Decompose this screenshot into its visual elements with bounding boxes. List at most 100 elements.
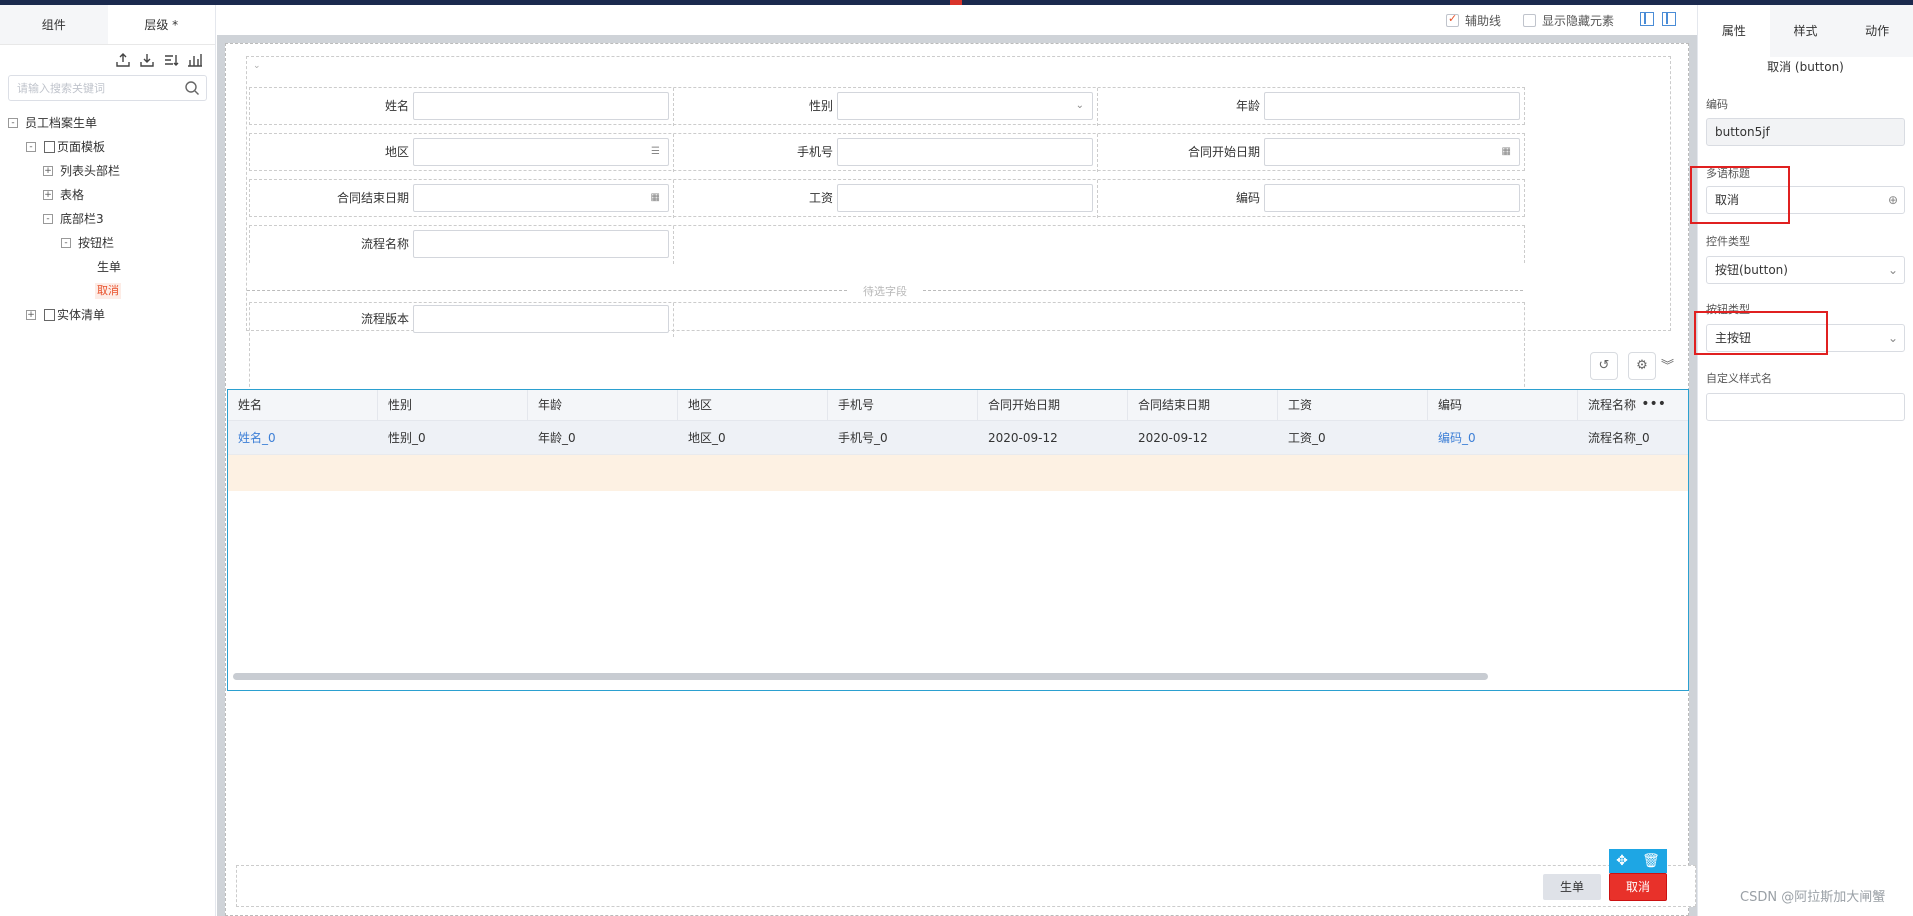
tab-components[interactable]: 组件	[0, 5, 108, 44]
left-tabs: 组件 层级 *	[0, 5, 215, 45]
table-row-placeholder	[228, 455, 1688, 491]
tab-properties[interactable]: 属性	[1698, 5, 1770, 57]
contract-start-date-input[interactable]: ▦	[1264, 138, 1520, 166]
control-type-select[interactable]: 按钮(button) ⌄	[1706, 256, 1905, 284]
search-icon[interactable]	[184, 80, 200, 96]
contract-end-date-input[interactable]: ▦	[413, 184, 669, 212]
flow-version-input[interactable]	[413, 305, 669, 333]
move-icon[interactable]: ✥	[1616, 849, 1628, 873]
document-icon	[44, 141, 55, 153]
age-input[interactable]	[1264, 92, 1520, 120]
data-table: 姓名 性别 年龄 地区 手机号 合同开始日期 合同结束日期 工资 编码 流程名称…	[227, 389, 1689, 691]
reset-icon[interactable]: ↺	[1590, 352, 1618, 380]
collapse-icon[interactable]: -	[26, 142, 36, 152]
generate-order-button[interactable]: 生单	[1543, 874, 1601, 900]
helper-lines-toggle[interactable]: 辅助线	[1446, 12, 1501, 32]
custom-style-input[interactable]	[1706, 393, 1905, 421]
horizontal-scrollbar[interactable]	[233, 673, 1488, 680]
collapse-caret-icon[interactable]: ⌄	[253, 61, 261, 71]
form-field-contract-end: 合同结束日期 ▦	[250, 180, 674, 218]
table-cell-link[interactable]: 姓名_0	[228, 421, 378, 454]
calendar-icon[interactable]: ▦	[1502, 146, 1511, 158]
field-label: 性别	[808, 99, 833, 113]
import-icon[interactable]	[139, 52, 155, 68]
list-icon[interactable]: ☰	[651, 146, 660, 158]
tree-label: 实体清单	[57, 308, 106, 322]
field-label: 地区	[384, 145, 409, 159]
expand-icon[interactable]: +	[43, 166, 53, 176]
chevron-down-icon: ⌄	[1075, 100, 1084, 111]
settings-icon[interactable]: ⚙	[1628, 352, 1656, 380]
collapse-icon[interactable]: -	[8, 118, 18, 128]
tree-node-list-header[interactable]: + 列表头部栏	[0, 159, 215, 183]
tree-node-button-bar[interactable]: - 按钮栏	[0, 231, 215, 255]
globe-icon[interactable]: ⊕	[1888, 187, 1898, 213]
chart-icon[interactable]	[187, 52, 203, 68]
watermark: CSDN @阿拉斯加大闸蟹	[1740, 890, 1886, 905]
form-field-code: 编码	[1098, 180, 1524, 218]
phone-input[interactable]	[837, 138, 1093, 166]
pending-fields-divider: 待选字段	[247, 283, 1523, 299]
custom-style-label: 自定义样式名	[1706, 372, 1772, 385]
calendar-icon[interactable]: ▦	[651, 192, 660, 204]
collapse-icon[interactable]: -	[43, 214, 53, 224]
form-row: 合同结束日期 ▦ 工资 编码	[249, 179, 1525, 218]
top-strip	[0, 0, 1913, 5]
table-row[interactable]: 姓名_0 性别_0 年龄_0 地区_0 手机号_0 2020-09-12 202…	[228, 421, 1688, 455]
tab-hierarchy[interactable]: 层级 *	[107, 5, 215, 44]
name-input[interactable]	[413, 92, 669, 120]
layout-split-icon[interactable]	[1662, 12, 1676, 26]
flow-name-input[interactable]	[413, 230, 669, 258]
tree-label-selected: 取消	[95, 283, 121, 299]
expand-icon[interactable]: +	[26, 310, 36, 320]
column-header[interactable]: 合同开始日期	[978, 390, 1128, 420]
layout-left-icon[interactable]	[1640, 12, 1654, 26]
column-header[interactable]: 姓名	[228, 390, 378, 420]
tree-search-input[interactable]	[9, 76, 179, 100]
column-header[interactable]: 流程名称	[1578, 390, 1688, 420]
delete-icon[interactable]: 🗑	[1642, 849, 1660, 873]
property-tabs: 属性 样式 动作	[1698, 5, 1913, 57]
tree-node-generate[interactable]: 生单	[0, 255, 215, 279]
column-header[interactable]: 合同结束日期	[1128, 390, 1278, 420]
column-header[interactable]: 编码	[1428, 390, 1578, 420]
cancel-button[interactable]: 取消	[1609, 873, 1667, 901]
tree-node-entity-list[interactable]: + 实体清单	[0, 303, 215, 327]
helper-lines-checkbox[interactable]	[1446, 12, 1459, 27]
field-label: 编码	[1235, 191, 1260, 205]
gender-select[interactable]: ⌄	[837, 92, 1093, 120]
export-icon[interactable]	[115, 52, 131, 68]
form-field-region: 地区 ☰	[250, 134, 674, 172]
tree-node-employee[interactable]: - 员工档案生单	[0, 111, 215, 135]
multilang-title-field[interactable]: 取消 ⊕	[1706, 186, 1905, 214]
tab-styles[interactable]: 样式	[1770, 5, 1842, 57]
column-header[interactable]: 年龄	[528, 390, 678, 420]
ellipsis-icon[interactable]: •••	[1641, 396, 1666, 412]
collapse-icon[interactable]: -	[61, 238, 71, 248]
tree-node-table[interactable]: + 表格	[0, 183, 215, 207]
column-header[interactable]: 工资	[1278, 390, 1428, 420]
column-header[interactable]: 手机号	[828, 390, 978, 420]
sort-icon[interactable]	[163, 52, 179, 68]
tree-node-cancel[interactable]: 取消	[0, 279, 215, 303]
code-input[interactable]	[1264, 184, 1520, 212]
tab-actions[interactable]: 动作	[1841, 5, 1913, 57]
form-field-salary: 工资	[674, 180, 1098, 218]
double-chevron-down-icon[interactable]: ︾	[1661, 355, 1674, 374]
show-hidden-checkbox[interactable]	[1523, 14, 1536, 27]
selection-toolbar: ✥ 🗑	[1609, 849, 1667, 873]
table-cell-link[interactable]: 编码_0	[1428, 421, 1578, 454]
table-cell: 2020-09-12	[988, 431, 1058, 445]
expand-icon[interactable]: +	[43, 190, 53, 200]
multilang-title-label: 多语标题	[1706, 167, 1750, 180]
helper-lines-label: 辅助线	[1465, 14, 1502, 28]
button-type-select[interactable]: 主按钮 ⌄	[1706, 324, 1905, 352]
region-input[interactable]: ☰	[413, 138, 669, 166]
show-hidden-toggle[interactable]: 显示隐藏元素	[1523, 12, 1614, 32]
tree-node-page-template[interactable]: - 页面模板	[0, 135, 215, 159]
salary-input[interactable]	[837, 184, 1093, 212]
tree-node-footer[interactable]: - 底部栏3	[0, 207, 215, 231]
column-header[interactable]: 地区	[678, 390, 828, 420]
column-header[interactable]: 性别	[378, 390, 528, 420]
pending-fields-area: 流程版本	[249, 302, 1525, 392]
